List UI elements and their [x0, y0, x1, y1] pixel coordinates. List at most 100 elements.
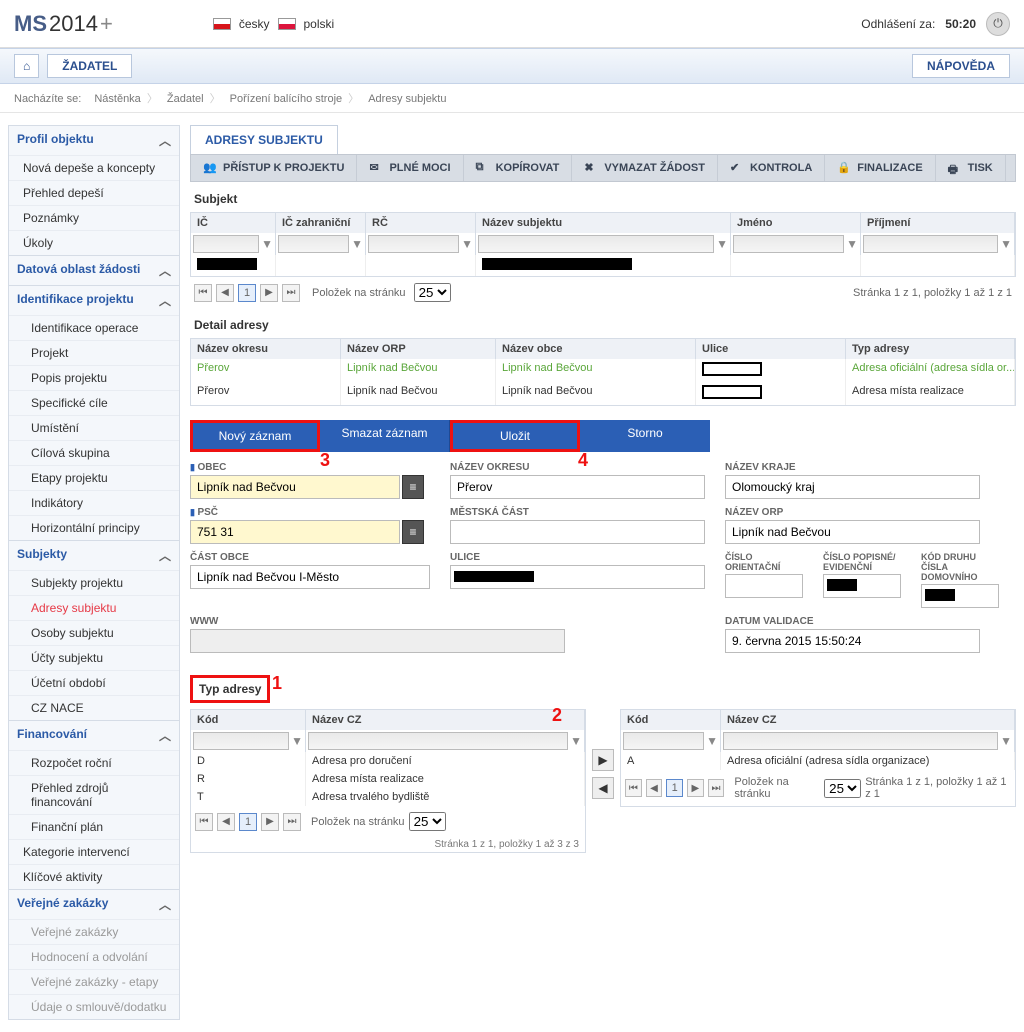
- side-item[interactable]: Nová depeše a koncepty: [9, 155, 179, 180]
- crumb-2[interactable]: Pořízení balícího stroje: [230, 93, 366, 105]
- tool-pristup[interactable]: 👥PŘÍSTUP K PROJEKTU: [191, 155, 357, 181]
- side-item[interactable]: CZ NACE: [9, 695, 179, 720]
- funnel-icon[interactable]: ▼: [570, 734, 582, 748]
- pager-last[interactable]: ⏭: [282, 284, 300, 302]
- crumb-1[interactable]: Žadatel: [167, 93, 227, 105]
- side-item[interactable]: Projekt: [9, 340, 179, 365]
- pager-size[interactable]: 25: [824, 779, 861, 798]
- side-item[interactable]: Hodnocení a odvolání: [9, 944, 179, 969]
- lang-cz[interactable]: česky: [239, 17, 270, 31]
- funnel-icon[interactable]: ▼: [706, 734, 718, 748]
- filter-ic[interactable]: [193, 235, 259, 253]
- pager-prev[interactable]: ◀: [217, 813, 235, 831]
- col-nazev[interactable]: Název subjektu: [476, 213, 731, 233]
- side-item[interactable]: Finanční plán: [9, 814, 179, 839]
- tool-tisk[interactable]: 🖶TISK: [936, 155, 1006, 181]
- orp-field[interactable]: [725, 520, 980, 544]
- pager-last[interactable]: ⏭: [283, 813, 301, 831]
- lang-pl[interactable]: polski: [304, 17, 335, 31]
- side-item[interactable]: Veřejné zakázky: [9, 919, 179, 944]
- funnel-icon[interactable]: ▼: [261, 237, 273, 251]
- table-row[interactable]: [191, 255, 1015, 276]
- pager-prev[interactable]: ◀: [216, 284, 234, 302]
- side-item[interactable]: Veřejné zakázky - etapy: [9, 969, 179, 994]
- filter-iczahr[interactable]: [278, 235, 349, 253]
- side-item[interactable]: Osoby subjektu: [9, 620, 179, 645]
- tool-kopirovat[interactable]: ⧉KOPÍROVAT: [464, 155, 573, 181]
- picker-icon[interactable]: ≡: [402, 520, 424, 544]
- pager-first[interactable]: ⏮: [194, 284, 212, 302]
- side-item[interactable]: Etapy projektu: [9, 465, 179, 490]
- orient-field[interactable]: [725, 574, 803, 598]
- side-item[interactable]: Rozpočet roční: [9, 750, 179, 775]
- napoveda-button[interactable]: NÁPOVĚDA: [912, 54, 1010, 78]
- pager-first[interactable]: ⏮: [625, 779, 642, 797]
- col-iczahr[interactable]: IČ zahraniční: [276, 213, 366, 233]
- pager-next[interactable]: ▶: [261, 813, 279, 831]
- tab-adresy[interactable]: ADRESY SUBJEKTU: [190, 125, 338, 154]
- move-left-button[interactable]: ◀: [592, 777, 614, 799]
- side-datova[interactable]: Datová oblast žádosti︿: [9, 255, 179, 285]
- side-item[interactable]: Cílová skupina: [9, 440, 179, 465]
- pager-size[interactable]: 25: [409, 812, 446, 831]
- col-rc[interactable]: RČ: [366, 213, 476, 233]
- funnel-icon[interactable]: ▼: [291, 734, 303, 748]
- filter-jmeno[interactable]: [733, 235, 844, 253]
- side-item[interactable]: Přehled depeší: [9, 180, 179, 205]
- storno-button[interactable]: Storno: [580, 420, 710, 452]
- side-ident[interactable]: Identifikace projektu︿: [9, 285, 179, 315]
- pager-next[interactable]: ▶: [260, 284, 278, 302]
- pager-size[interactable]: 25: [414, 283, 451, 302]
- side-item[interactable]: Kategorie intervencí: [9, 839, 179, 864]
- castobce-field[interactable]: [190, 565, 430, 589]
- obec-field[interactable]: [190, 475, 400, 499]
- pager-last[interactable]: ⏭: [708, 779, 725, 797]
- funnel-icon[interactable]: ▼: [846, 237, 858, 251]
- funnel-icon[interactable]: ▼: [461, 237, 473, 251]
- crumb-0[interactable]: Nástěnka: [94, 93, 163, 105]
- picker-icon[interactable]: ≡: [402, 475, 424, 499]
- smazat-button[interactable]: Smazat záznam: [320, 420, 450, 452]
- side-verejne[interactable]: Veřejné zakázky︿: [9, 889, 179, 919]
- side-item[interactable]: Horizontální principy: [9, 515, 179, 540]
- side-financ[interactable]: Financování︿: [9, 720, 179, 750]
- pager-prev[interactable]: ◀: [646, 779, 663, 797]
- filter-nazev[interactable]: [478, 235, 714, 253]
- side-item[interactable]: Klíčové aktivity: [9, 864, 179, 889]
- pager-next[interactable]: ▶: [687, 779, 704, 797]
- tool-plnemoci[interactable]: ✉PLNÉ MOCI: [357, 155, 463, 181]
- side-item[interactable]: Úkoly: [9, 230, 179, 255]
- side-item[interactable]: Identifikace operace: [9, 315, 179, 340]
- table-row[interactable]: TAdresa trvalého bydliště: [191, 788, 585, 806]
- flag-pl-icon[interactable]: [278, 18, 296, 30]
- side-subjekty[interactable]: Subjekty︿: [9, 540, 179, 570]
- okres-field[interactable]: [450, 475, 705, 499]
- side-item[interactable]: Přehled zdrojů financování: [9, 775, 179, 814]
- ulozit-button[interactable]: Uložit: [450, 420, 580, 452]
- side-item[interactable]: Poznámky: [9, 205, 179, 230]
- side-item[interactable]: Účetní období: [9, 670, 179, 695]
- filter-prijmeni[interactable]: [863, 235, 998, 253]
- side-item[interactable]: Subjekty projektu: [9, 570, 179, 595]
- side-item[interactable]: Údaje o smlouvě/dodatku: [9, 994, 179, 1019]
- table-row[interactable]: DAdresa pro doručení: [191, 752, 585, 770]
- side-item[interactable]: Účty subjektu: [9, 645, 179, 670]
- kraj-field[interactable]: [725, 475, 980, 499]
- home-button[interactable]: ⌂: [14, 54, 39, 78]
- zadatel-button[interactable]: ŽADATEL: [47, 54, 132, 78]
- table-row[interactable]: Přerov Lipník nad Bečvou Lipník nad Bečv…: [191, 382, 1015, 405]
- table-row[interactable]: RAdresa místa realizace: [191, 770, 585, 788]
- table-row[interactable]: AAdresa oficiální (adresa sídla organiza…: [621, 752, 1015, 770]
- tool-kontrola[interactable]: ✔KONTROLA: [718, 155, 825, 181]
- crumb-3[interactable]: Adresy subjektu: [368, 93, 446, 105]
- filter-kod[interactable]: [193, 732, 289, 750]
- side-item[interactable]: Indikátory: [9, 490, 179, 515]
- col-ic[interactable]: IČ: [191, 213, 276, 233]
- funnel-icon[interactable]: ▼: [1000, 734, 1012, 748]
- move-right-button[interactable]: ▶: [592, 749, 614, 771]
- psc-field[interactable]: [190, 520, 400, 544]
- filter-kod[interactable]: [623, 732, 704, 750]
- col-jmeno[interactable]: Jméno: [731, 213, 861, 233]
- funnel-icon[interactable]: ▼: [1000, 237, 1012, 251]
- side-item[interactable]: Popis projektu: [9, 365, 179, 390]
